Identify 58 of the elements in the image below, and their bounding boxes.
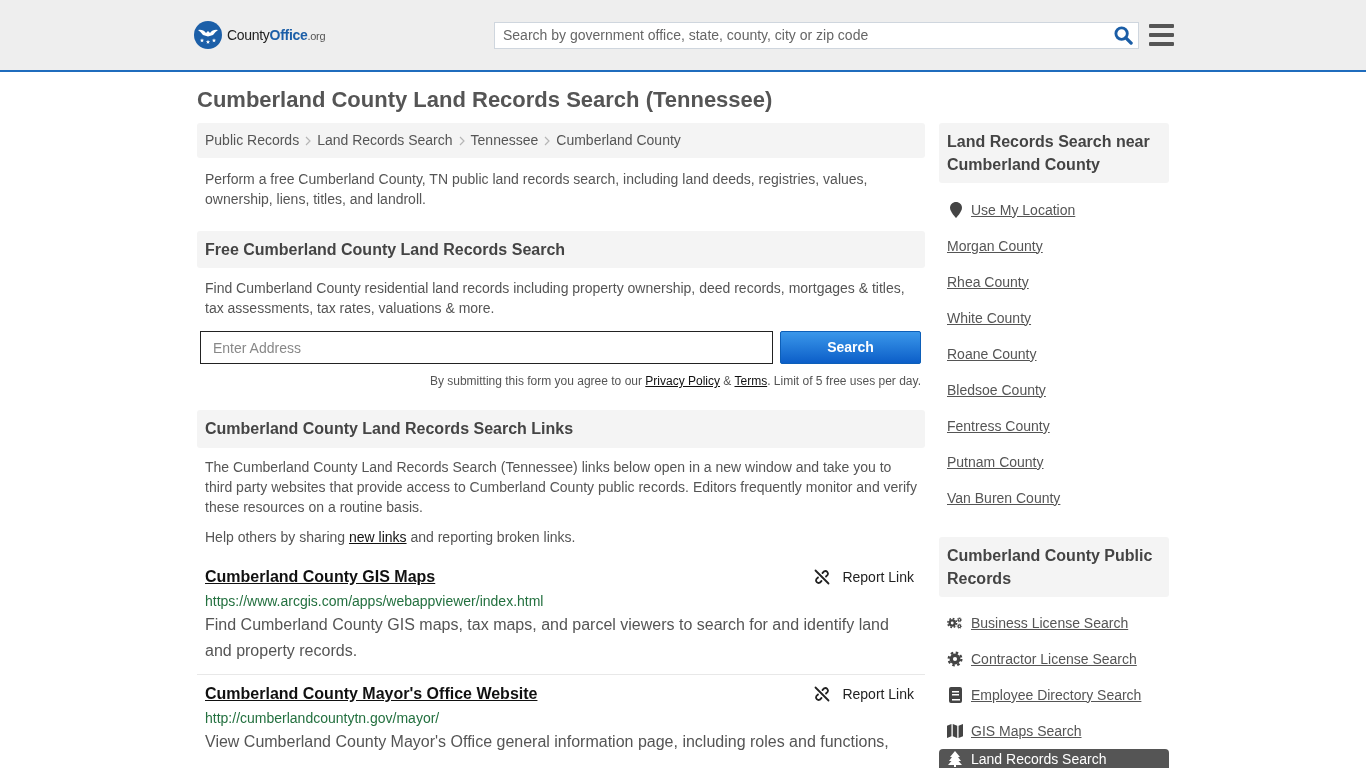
breadcrumb-link[interactable]: Land Records Search [317,130,453,151]
logo-link[interactable]: CountyOffice.org [194,21,326,49]
gears-icon [947,615,963,631]
privacy-policy-link[interactable]: Privacy Policy [645,374,720,388]
url-text: http://cumberlandcountytn.gov/mayor/ [204,709,441,728]
page-title: Cumberland County Land Records Search (Tennessee) [197,86,774,114]
section-heading: Cumberland County Land Records Search Links [197,410,925,448]
records-link[interactable]: GIS Maps Search [947,720,1082,742]
county-link[interactable]: Fentress County [947,415,1050,437]
link-title[interactable]: Cumberland County Mayor's Office Website [205,683,538,705]
breadcrumb-link[interactable]: Public Records [205,130,300,151]
records-link[interactable]: Business License Search [947,612,1129,634]
chevron-icon [458,135,465,146]
eagle-emblem-icon [194,21,222,49]
broken-link-icon [814,569,831,585]
gear-icon [947,651,963,667]
county-link[interactable]: Rhea County [947,271,1029,293]
book-icon [947,687,963,703]
sidebar-heading: Land Records Search near Cumberland County [939,123,1169,183]
section-heading: Free Cumberland County Land Records Search [197,231,925,268]
chevron-icon [544,135,551,146]
records-link[interactable]: Land Records Search [939,749,1169,768]
report-link-button[interactable]: Report Link [814,683,914,705]
search-field[interactable]: Search by government office, state, county, city or zip code [494,21,1139,49]
menu-icon [1149,24,1174,46]
search-icon [1114,25,1133,45]
records-link[interactable]: Contractor License Search [947,648,1137,670]
link-description: View Cumberland County Mayor's Office general information page, including roles and functions, [204,732,890,752]
county-link[interactable]: Bledsoe County [947,379,1046,401]
help-text: Help others by sharing new links and reporting broken links. [204,528,577,547]
chevron-icon [305,135,312,146]
disclaimer-text: By submitting this form you agree to our Privacy Policy & Terms. Limit of 5 free uses per day. [428,373,922,389]
tree-icon [947,751,963,767]
location-link[interactable]: Use My Location [971,199,1076,221]
search-button[interactable]: Search [780,331,921,364]
url-text: https://www.arcgis.com/apps/webappviewer/index.html [204,592,545,611]
link-title[interactable]: Cumberland County GIS Maps [205,566,436,588]
county-link[interactable]: Roane County [947,343,1037,365]
report-link-button[interactable]: Report Link [814,566,914,588]
address-field[interactable]: Enter Address [200,331,773,364]
search-button[interactable] [1114,25,1133,45]
sidebar-heading: Cumberland County Public Records [939,537,1169,597]
section-text: The Cumberland County Land Records Search (Tennessee) links below open in a new window and take you to third party websites that provide access to Cumberland County public records. Editors frequently monitor and verify these resources on a routine basis. [204,458,918,517]
section-text: Find Cumberland County residential land records including property ownership, deed records, mortgages & titles, tax assessments, tax rates, valuations & more. [204,279,906,318]
broken-link-icon [814,686,831,702]
breadcrumb-link[interactable]: Tennessee [470,130,539,151]
county-link[interactable]: White County [947,307,1032,329]
menu-button[interactable] [1149,24,1174,46]
link-description: Find Cumberland County GIS maps, tax maps, and parcel viewers to search for and identify land and property records. [204,615,890,661]
new-links-link[interactable]: new links [348,529,407,545]
county-link[interactable]: Putnam County [947,451,1044,473]
county-link[interactable]: Morgan County [947,235,1043,257]
records-link[interactable]: Employee Directory Search [947,684,1142,706]
county-link[interactable]: Van Buren County [947,487,1061,509]
map-pin-icon [950,202,962,218]
intro-text: Perform a free Cumberland County, TN public land records search, including land deeds, registries, values, ownership, liens, titles, and landroll. [204,170,869,209]
breadcrumb-link[interactable]: Cumberland County [556,130,681,151]
map-icon [947,723,963,739]
